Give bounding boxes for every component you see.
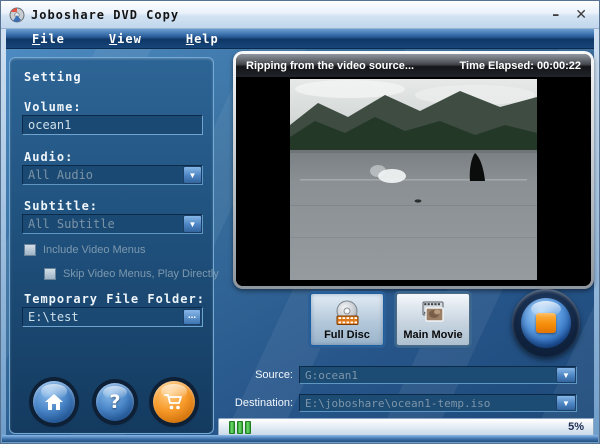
preview-status-bar: Ripping from the video source... Time El… [236, 54, 591, 77]
source-value: G:ocean1 [305, 369, 358, 382]
video-preview-frame: Ripping from the video source... Time El… [233, 51, 594, 289]
full-disc-button[interactable]: Full Disc [310, 293, 384, 346]
window-bottom-edge [2, 435, 598, 442]
subtitle-select[interactable]: All Subtitle ▼ [22, 214, 203, 234]
video-frame-image [290, 79, 537, 280]
chevron-down-icon[interactable]: ▼ [556, 395, 576, 411]
minimize-button[interactable]: – [552, 8, 559, 22]
volume-input[interactable]: ocean1 [22, 115, 203, 135]
main-movie-label: Main Movie [403, 329, 463, 341]
title-bar: Joboshare DVD Copy – ✕ [1, 1, 599, 29]
buy-button[interactable] [153, 381, 195, 423]
browse-button[interactable]: ... [183, 309, 201, 325]
chevron-down-icon[interactable]: ▼ [556, 367, 576, 383]
cart-icon [164, 393, 182, 409]
skip-video-menus-label: Skip Video Menus, Play Directly [63, 268, 219, 280]
destination-value: E:\joboshare\ocean1-temp.iso [305, 397, 491, 410]
chevron-down-icon[interactable]: ▼ [183, 215, 202, 233]
stop-button[interactable] [512, 289, 580, 357]
stop-icon [536, 313, 556, 333]
source-label: Source: [255, 369, 293, 381]
ripping-status-text: Ripping from the video source... [246, 59, 415, 72]
temp-folder-label: Temporary File Folder: [24, 292, 205, 306]
question-icon: ? [109, 391, 121, 413]
destination-select[interactable]: E:\joboshare\ocean1-temp.iso ▼ [299, 394, 577, 412]
app-icon [9, 7, 25, 22]
app-window: Joboshare DVD Copy – ✕ File View Help Se… [0, 0, 600, 444]
subtitle-select-value: All Subtitle [28, 217, 115, 231]
chevron-down-icon[interactable]: ▼ [183, 166, 202, 184]
time-elapsed: Time Elapsed: 00:00:22 [459, 59, 582, 72]
help-button[interactable]: ? [96, 383, 134, 421]
close-button[interactable]: ✕ [575, 8, 587, 22]
home-button[interactable] [33, 381, 75, 423]
settings-panel-title: Setting [24, 70, 82, 84]
progress-percent: 5% [568, 421, 584, 433]
progress-blocks [229, 421, 251, 434]
audio-label: Audio: [24, 150, 74, 164]
menu-file[interactable]: File [32, 32, 65, 46]
volume-label: Volume: [24, 100, 82, 114]
home-icon [45, 394, 63, 410]
include-video-menus-label: Include Video Menus [43, 244, 146, 256]
audio-select[interactable]: All Audio ▼ [22, 165, 203, 185]
skip-video-menus-checkbox[interactable] [44, 268, 56, 280]
settings-panel: Setting Volume: ocean1 Audio: All Audio … [9, 57, 219, 434]
audio-select-value: All Audio [28, 168, 94, 182]
temp-folder-input[interactable]: E:\test ... [22, 307, 203, 327]
subtitle-label: Subtitle: [24, 199, 99, 213]
filmstrip-icon [422, 301, 444, 322]
disc-icon [336, 300, 359, 325]
window-title: Joboshare DVD Copy [31, 7, 180, 22]
include-video-menus-checkbox[interactable] [24, 244, 36, 256]
video-preview [236, 77, 591, 286]
menu-bar: File View Help [6, 29, 594, 49]
destination-label: Destination: [234, 397, 293, 409]
full-disc-label: Full Disc [324, 329, 370, 341]
main-movie-button[interactable]: Main Movie [396, 293, 470, 346]
source-select[interactable]: G:ocean1 ▼ [299, 366, 577, 384]
menu-view[interactable]: View [109, 32, 142, 46]
menu-help[interactable]: Help [186, 32, 219, 46]
